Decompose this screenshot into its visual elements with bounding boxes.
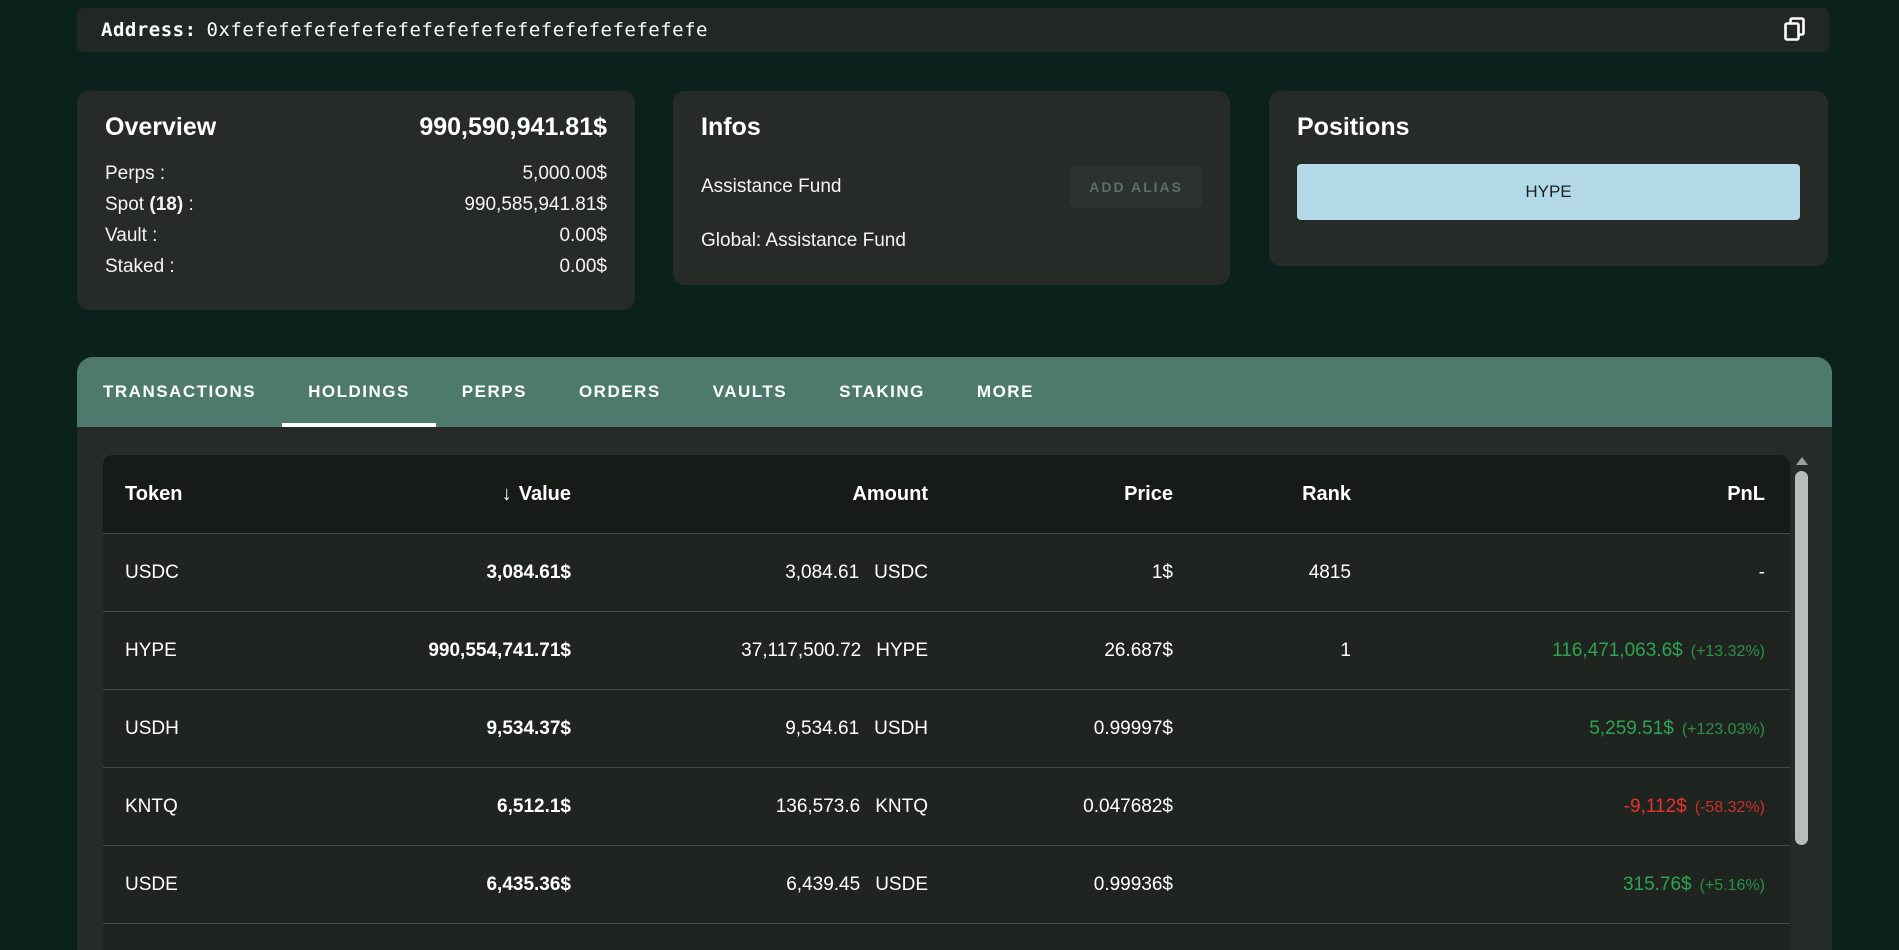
token-pnl: 315.76$(+5.16%) — [1351, 874, 1790, 896]
column-header-amount[interactable]: Amount — [571, 483, 928, 506]
scrollbar-thumb[interactable] — [1795, 471, 1808, 845]
tab-more[interactable]: MORE — [951, 357, 1060, 427]
token-pnl-percent: (+123.03%) — [1682, 721, 1765, 738]
token-name: USDH — [103, 718, 273, 740]
infos-title: Infos — [701, 113, 1202, 142]
table-scrollbar[interactable] — [1795, 457, 1808, 950]
column-header-price[interactable]: Price — [928, 483, 1173, 506]
token-name: USDC — [103, 562, 273, 584]
positions-card: Positions HYPE — [1269, 91, 1828, 266]
address-bar: Address: 0xfefefefefefefefefefefefefefefe… — [77, 8, 1829, 52]
global-alias-label: Global: Assistance Fund — [701, 230, 1202, 252]
column-header-value[interactable]: ↓Value — [273, 483, 571, 506]
wallet-address: Address: 0xfefefefefefefefefefefefefefefe… — [101, 19, 708, 41]
token-pnl-percent: (-58.32%) — [1695, 799, 1765, 816]
token-price: 0.99936$ — [928, 874, 1173, 896]
overview-row-perps: Perps : 5,000.00$ — [105, 158, 607, 189]
table-header-row: Token ↓Value Amount Price Rank PnL — [103, 455, 1790, 533]
scroll-up-arrow-icon[interactable] — [1796, 457, 1808, 465]
table-row-hype[interactable]: HYPE 990,554,741.71$ 37,117,500.72HYPE 2… — [103, 611, 1790, 689]
add-alias-button[interactable]: ADD ALIAS — [1070, 166, 1202, 208]
positions-title: Positions — [1297, 113, 1800, 142]
table-row-kntq[interactable]: KNTQ 6,512.1$ 136,573.6KNTQ 0.047682$ -9… — [103, 767, 1790, 845]
spot-value: 990,585,941.81$ — [464, 189, 607, 220]
token-amount: 37,117,500.72HYPE — [571, 640, 928, 662]
copy-icon — [1780, 14, 1810, 47]
token-pnl: -9,112$(-58.32%) — [1351, 796, 1790, 818]
token-name: USDE — [103, 874, 273, 896]
overview-row-vault: Vault : 0.00$ — [105, 220, 607, 251]
token-pnl-percent: (+13.32%) — [1691, 643, 1765, 660]
vault-value: 0.00$ — [559, 220, 607, 251]
token-value: 990,554,741.71$ — [273, 640, 571, 662]
tab-staking[interactable]: STAKING — [813, 357, 951, 427]
token-price: 0.99997$ — [928, 718, 1173, 740]
table-row-usde[interactable]: USDE 6,435.36$ 6,439.45USDE 0.99936$ 315… — [103, 845, 1790, 923]
tab-transactions[interactable]: TRANSACTIONS — [77, 357, 282, 427]
column-header-token[interactable]: Token — [103, 483, 273, 506]
token-pnl-percent: (+5.16%) — [1700, 877, 1765, 894]
table-row-usdh[interactable]: USDH 9,534.37$ 9,534.61USDH 0.99997$ 5,2… — [103, 689, 1790, 767]
staked-label: Staked : — [105, 251, 175, 282]
position-hype-button[interactable]: HYPE — [1297, 164, 1800, 220]
token-price: 26.687$ — [928, 640, 1173, 662]
main-panel: TRANSACTIONS HOLDINGS PERPS ORDERS VAULT… — [77, 357, 1832, 950]
tab-holdings[interactable]: HOLDINGS — [282, 357, 436, 427]
tab-orders[interactable]: ORDERS — [553, 357, 687, 427]
token-ticker: USDC — [874, 562, 928, 583]
token-ticker: HYPE — [876, 640, 928, 661]
token-amount: 3,084.61USDC — [571, 562, 928, 584]
token-name: HYPE — [103, 640, 273, 662]
token-price: 0.047682$ — [928, 796, 1173, 818]
holdings-table: Token ↓Value Amount Price Rank PnL USDC … — [103, 455, 1790, 950]
overview-title: Overview — [105, 113, 216, 142]
token-ticker: USDE — [875, 874, 928, 895]
address-value: 0xfefefefefefefefefefefefefefefefefefefe… — [207, 19, 708, 41]
token-pnl: 5,259.51$(+123.03%) — [1351, 718, 1790, 740]
table-row-usdc[interactable]: USDC 3,084.61$ 3,084.61USDC 1$ 4815 - — [103, 533, 1790, 611]
token-pnl: - — [1351, 562, 1790, 584]
tab-bar: TRANSACTIONS HOLDINGS PERPS ORDERS VAULT… — [77, 357, 1832, 427]
tab-perps[interactable]: PERPS — [436, 357, 553, 427]
token-amount: 6,439.45USDE — [571, 874, 928, 896]
token-rank: 1 — [1173, 640, 1351, 662]
token-value: 9,534.37$ — [273, 718, 571, 740]
token-amount: 136,573.6KNTQ — [571, 796, 928, 818]
spot-label: Spot (18) : — [105, 189, 194, 220]
staked-value: 0.00$ — [559, 251, 607, 282]
copy-address-button[interactable] — [1775, 10, 1815, 50]
overview-row-spot: Spot (18) : 990,585,941.81$ — [105, 189, 607, 220]
account-name: Assistance Fund — [701, 176, 841, 198]
token-value: 6,512.1$ — [273, 796, 571, 818]
token-amount: 9,534.61USDH — [571, 718, 928, 740]
infos-card: Infos Assistance Fund ADD ALIAS Global: … — [673, 91, 1230, 285]
overview-row-staked: Staked : 0.00$ — [105, 251, 607, 282]
overview-card: Overview 990,590,941.81$ Perps : 5,000.0… — [77, 91, 635, 310]
perps-label: Perps : — [105, 158, 165, 189]
column-header-pnl[interactable]: PnL — [1351, 483, 1790, 506]
address-label: Address: — [101, 19, 197, 41]
token-ticker: KNTQ — [875, 796, 928, 817]
sort-descending-icon: ↓ — [502, 483, 512, 505]
token-rank: 4815 — [1173, 562, 1351, 584]
vault-label: Vault : — [105, 220, 157, 251]
column-header-rank[interactable]: Rank — [1173, 483, 1351, 506]
overview-total-value: 990,590,941.81$ — [419, 113, 607, 142]
perps-value: 5,000.00$ — [522, 158, 607, 189]
table-row-partial — [103, 923, 1790, 950]
token-price: 1$ — [928, 562, 1173, 584]
token-value: 6,435.36$ — [273, 874, 571, 896]
tab-vaults[interactable]: VAULTS — [687, 357, 813, 427]
token-pnl: 116,471,063.6$(+13.32%) — [1351, 640, 1790, 662]
token-name: KNTQ — [103, 796, 273, 818]
token-value: 3,084.61$ — [273, 562, 571, 584]
token-ticker: USDH — [874, 718, 928, 739]
